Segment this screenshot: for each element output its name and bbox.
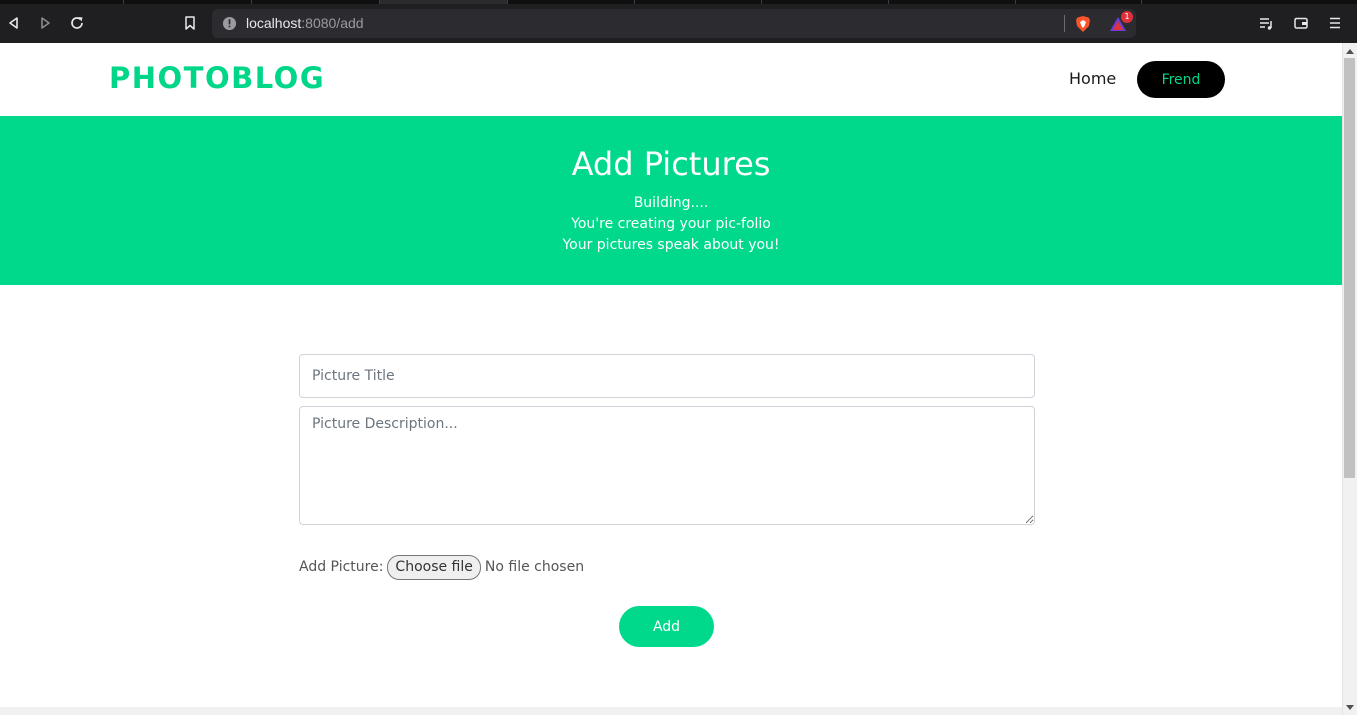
scrollbar-thumb[interactable] <box>1344 58 1355 478</box>
bookmark-icon <box>185 16 195 30</box>
rewards-badge: 1 <box>1121 11 1133 23</box>
address-bar[interactable]: localhost:8080/add 1 <box>212 9 1136 38</box>
site-info-icon[interactable] <box>222 16 237 31</box>
nav-home-link[interactable]: Home <box>1069 69 1116 88</box>
back-icon <box>9 17 18 29</box>
choose-file-button[interactable]: Choose file <box>387 554 481 580</box>
reload-icon <box>71 17 83 29</box>
picture-description-input[interactable] <box>299 406 1035 525</box>
wallet-icon <box>1294 17 1308 29</box>
wallet-button[interactable] <box>1289 11 1313 35</box>
menu-button[interactable] <box>1323 11 1347 35</box>
url-path: :8080/add <box>301 15 364 31</box>
playlist-icon <box>1260 18 1272 30</box>
scroll-up-arrow-icon[interactable] <box>1344 45 1355 57</box>
forward-button[interactable] <box>33 11 57 35</box>
scroll-down-arrow-icon[interactable] <box>1344 701 1355 713</box>
site-navbar: PHOTOBLOG Home Frend <box>0 43 1342 116</box>
brave-shields-icon[interactable] <box>1074 15 1092 33</box>
forward-icon <box>41 17 50 29</box>
hero-line: Building.... <box>633 195 709 211</box>
browser-toolbar: localhost:8080/add 1 <box>0 4 1357 43</box>
hero-line: Your pictures speak about you! <box>562 237 780 253</box>
file-upload-label: Add Picture: <box>299 559 384 575</box>
file-upload-row: Add Picture: Choose file No file chosen <box>299 554 584 580</box>
bookmark-button[interactable] <box>178 11 202 35</box>
footer-strip <box>0 707 1342 715</box>
hamburger-icon <box>1330 17 1340 29</box>
url-text[interactable]: localhost:8080/add <box>246 15 364 31</box>
hero-banner: Add Pictures Building.... You're creatin… <box>0 116 1342 285</box>
file-status-text: No file chosen <box>484 559 585 575</box>
add-button[interactable]: Add <box>619 606 714 647</box>
brand-logo[interactable]: PHOTOBLOG <box>109 61 325 95</box>
media-button[interactable] <box>1254 11 1278 35</box>
back-button[interactable] <box>2 11 26 35</box>
page: PHOTOBLOG Home Frend Add Pictures Buildi… <box>0 43 1342 715</box>
nav-frend-button[interactable]: Frend <box>1137 61 1225 98</box>
url-separator <box>1064 15 1065 32</box>
reload-button[interactable] <box>65 11 89 35</box>
picture-title-input[interactable] <box>299 354 1035 398</box>
page-title: Add Pictures <box>571 145 771 183</box>
url-host: localhost <box>246 15 302 31</box>
hero-line: You're creating your pic-folio <box>571 216 771 232</box>
